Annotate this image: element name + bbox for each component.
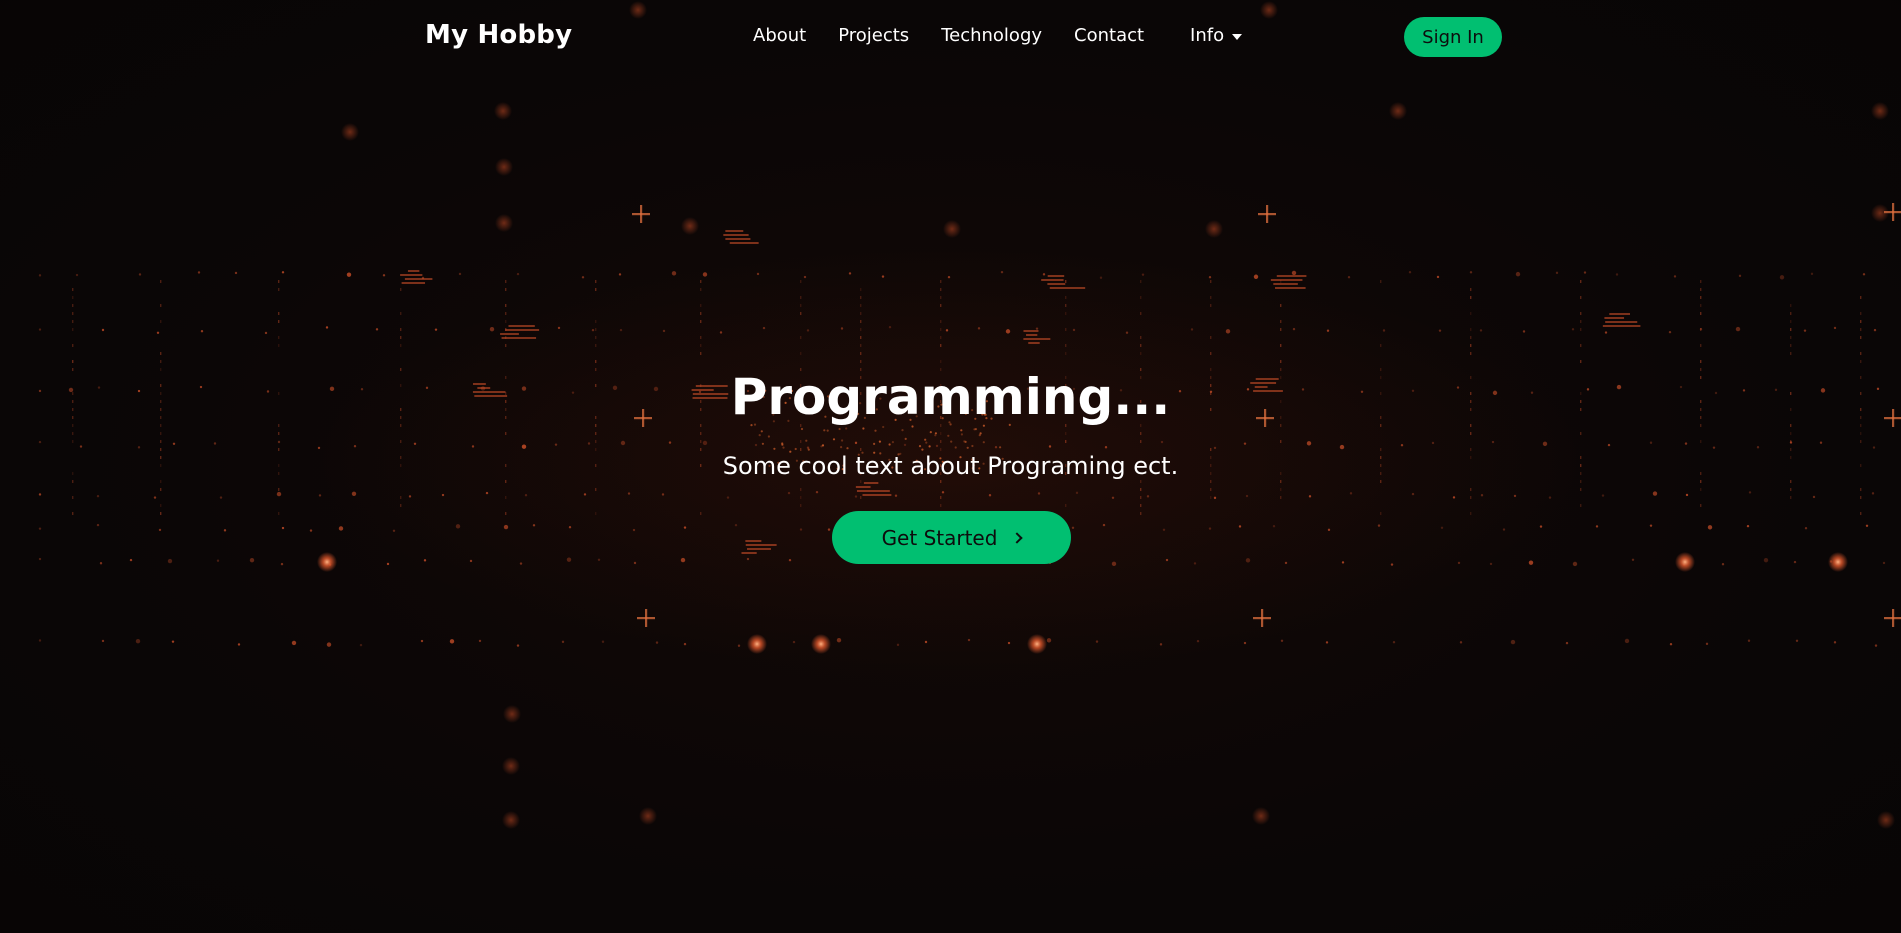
navbar: My Hobby About Projects Technology Conta… [0,0,1901,74]
nav-dropdown-info[interactable]: Info [1190,25,1243,46]
caret-down-icon [1232,33,1243,40]
nav-menu: About Projects Technology Contact Info [753,25,1243,46]
nav-dropdown-label: Info [1190,25,1225,46]
hero-subtitle: Some cool text about Programing ect. [722,452,1179,480]
get-started-button[interactable]: Get Started [832,511,1071,564]
nav-link-technology[interactable]: Technology [941,25,1042,46]
sign-in-button[interactable]: Sign In [1404,17,1502,57]
nav-link-about[interactable]: About [753,25,806,46]
brand-logo[interactable]: My Hobby [425,20,572,50]
get-started-label: Get Started [881,525,998,550]
hero-title: Programming... [730,368,1171,426]
nav-link-contact[interactable]: Contact [1074,25,1144,46]
page: My Hobby About Projects Technology Conta… [0,0,1901,933]
chevron-right-icon [1011,532,1024,544]
nav-link-projects[interactable]: Projects [838,25,909,46]
